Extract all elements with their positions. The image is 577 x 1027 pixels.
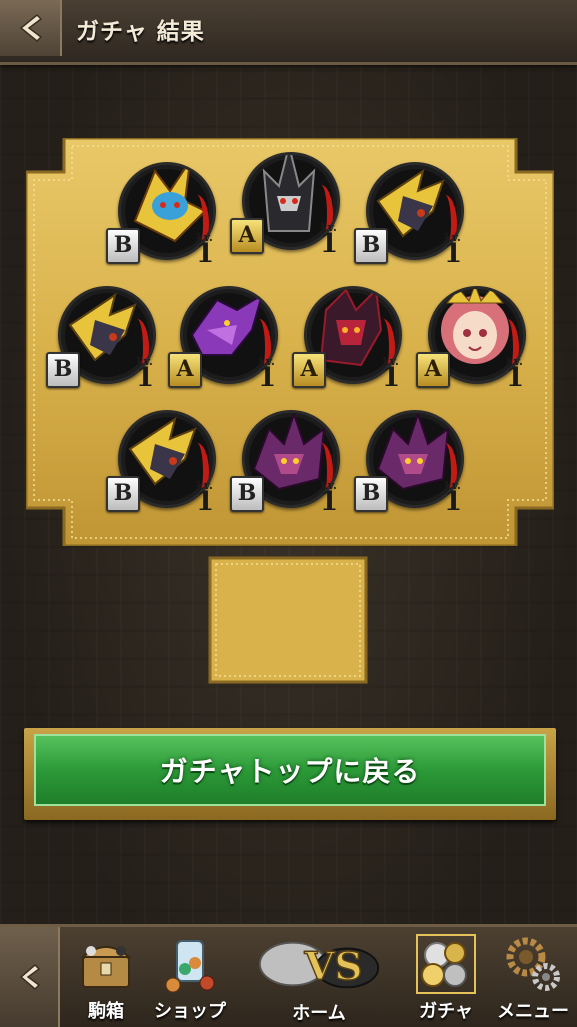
level-value: 1 <box>444 487 463 517</box>
level-indicator: Lv.1 <box>444 480 462 515</box>
header-bar: ガチャ 結果 <box>0 0 577 65</box>
rank-badge: B <box>46 352 80 388</box>
nav-label-box: 駒箱 <box>88 1001 124 1022</box>
chevron-left-icon <box>19 963 41 991</box>
rank-badge: A <box>168 352 202 388</box>
level-value: 1 <box>258 363 277 393</box>
level-indicator: Lv.1 <box>506 356 524 391</box>
nav-item-box[interactable]: 駒箱 <box>66 933 146 1025</box>
level-indicator: Lv.1 <box>320 222 338 257</box>
coin-jar-icon <box>165 940 215 993</box>
svg-text:VS: VS <box>303 945 362 990</box>
rank-badge: B <box>106 228 140 264</box>
result-unit-r1-c1[interactable]: B Lv. 1 <box>104 142 224 267</box>
level-value: 1 <box>444 239 463 269</box>
nav-item-menu[interactable]: メニュー <box>490 933 576 1025</box>
page-title: ガチャ 結果 <box>76 19 205 45</box>
nav-back-button[interactable] <box>0 927 60 1027</box>
level-indicator: Lv.1 <box>258 356 276 391</box>
rank-badge: B <box>354 476 388 512</box>
coins-icon <box>416 934 476 994</box>
result-unit-r3-c1[interactable]: B Lv. 1 <box>104 390 224 515</box>
level-indicator: Lv.1 <box>196 480 214 515</box>
level-indicator: Lv.1 <box>136 356 154 391</box>
result-unit-r2-c1[interactable]: B Lv. 1 <box>44 266 164 391</box>
result-unit-r2-c2[interactable]: A Lv. 1 <box>166 266 286 391</box>
chevron-left-icon <box>19 13 43 43</box>
nav-item-home[interactable]: VS ホーム <box>236 933 402 1025</box>
result-unit-r3-c2[interactable]: B Lv. 1 <box>228 390 348 515</box>
result-unit-r2-c3[interactable]: A Lv. 1 <box>290 266 410 391</box>
back-button[interactable] <box>0 0 62 56</box>
result-unit-r3-c3[interactable]: B Lv. 1 <box>352 390 472 515</box>
level-value: 1 <box>506 363 525 393</box>
nav-label-gacha: ガチャ <box>419 1001 473 1022</box>
level-indicator: Lv.1 <box>320 480 338 515</box>
level-indicator: Lv.1 <box>382 356 400 391</box>
nav-item-shop[interactable]: ショップ <box>148 933 232 1025</box>
bottom-nav: 駒箱 ショップ VS ホーム ガチャ メニュー <box>0 924 577 1027</box>
level-indicator: Lv.1 <box>196 232 214 267</box>
level-value: 1 <box>382 363 401 393</box>
nav-label-shop: ショップ <box>154 1001 226 1022</box>
result-unit-r1-c3[interactable]: B Lv. 1 <box>352 142 472 267</box>
level-indicator: Lv.1 <box>444 232 462 267</box>
level-value: 1 <box>320 229 339 259</box>
rank-badge: B <box>106 476 140 512</box>
level-value: 1 <box>196 239 215 269</box>
back-to-gacha-top-label: ガチャトップに戻る <box>159 755 421 788</box>
result-unit-r2-c4[interactable]: A Lv. 1 <box>414 266 534 391</box>
vs-home-icon: VS <box>258 941 380 990</box>
level-value: 1 <box>320 487 339 517</box>
rank-badge: B <box>230 476 264 512</box>
gacha-top-button-frame: ガチャトップに戻る <box>24 728 556 820</box>
bonus-card <box>208 556 368 684</box>
nav-item-gacha[interactable]: ガチャ <box>404 933 488 1025</box>
nav-label-home: ホーム <box>292 1003 346 1024</box>
rank-badge: B <box>354 228 388 264</box>
bonus-frame <box>208 556 368 684</box>
rank-badge: A <box>230 218 264 254</box>
rank-badge: A <box>292 352 326 388</box>
treasure-chest-icon <box>80 946 132 988</box>
back-to-gacha-top-button[interactable]: ガチャトップに戻る <box>34 734 546 806</box>
result-unit-r1-c2[interactable]: A Lv. 1 <box>228 132 348 257</box>
rank-badge: A <box>416 352 450 388</box>
nav-label-menu: メニュー <box>497 1001 569 1022</box>
level-value: 1 <box>136 363 155 393</box>
gears-icon <box>506 937 560 991</box>
level-value: 1 <box>196 487 215 517</box>
